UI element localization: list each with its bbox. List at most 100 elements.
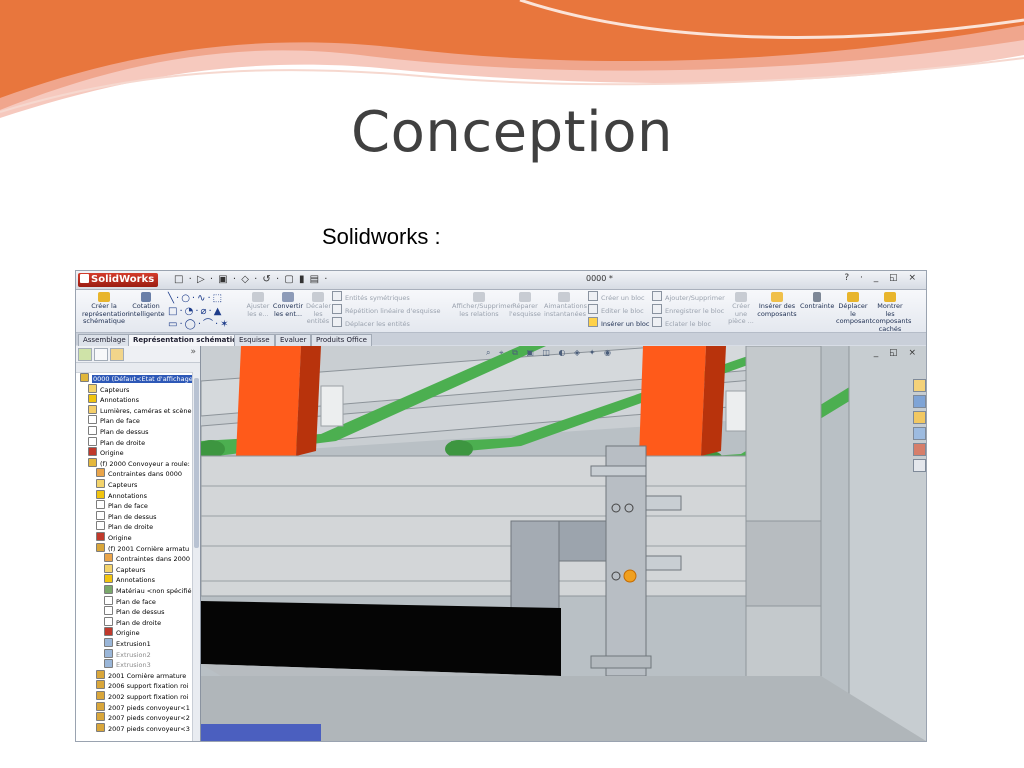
conveyor-3d-model[interactable] <box>201 346 926 741</box>
tree-item[interactable]: Origine <box>88 447 124 458</box>
smart-dimension-button[interactable]: Cotation intelligente <box>128 292 165 318</box>
tree-item[interactable]: Extrusion2 <box>104 648 151 660</box>
part-icon <box>96 669 105 679</box>
quick-access-toolbar[interactable]: □ · ▷ · ▣ · ◇ · ↺ · ▢ ▮ ▤ · <box>174 273 328 287</box>
tab-assemblage[interactable]: Assemblage <box>78 334 131 346</box>
tree-item[interactable]: Annotations <box>104 574 155 585</box>
tree-item[interactable]: Capteurs <box>104 563 145 575</box>
slide-subtitle: Solidworks : <box>322 224 441 249</box>
tree-item[interactable]: Plan de face <box>104 595 156 607</box>
tree-item[interactable]: Matériau <non spécifié> <box>104 585 197 596</box>
tree-item-label: 2007 pieds convoyeur<3 <box>108 724 190 733</box>
tree-item[interactable]: 2007 pieds convoyeur<1 <box>96 701 190 713</box>
expand-chevron-icon[interactable]: » <box>190 347 196 357</box>
tree-item[interactable]: (f) 2001 Cornière armatu <box>96 542 189 554</box>
tree-item[interactable]: Origine <box>96 532 132 543</box>
sketch-tools-group[interactable]: ╲·○·∿·⬚ □·◔·⌀·▲ ▭·◯·⌒·✶ <box>168 292 231 331</box>
tree-item[interactable]: Plan de droite <box>104 616 161 628</box>
property-manager-tab-icon[interactable] <box>94 348 108 361</box>
plane-icon <box>96 521 105 531</box>
quick-snaps-button[interactable]: Aimantations instantanées <box>544 292 587 318</box>
tree-item[interactable]: Plan de droite <box>96 521 153 532</box>
custom-properties-icon[interactable] <box>913 459 926 472</box>
tree-item-label: Contraintes dans 2000 <box>116 555 190 564</box>
origin-icon <box>88 447 97 457</box>
tree-item-label: Annotations <box>108 491 148 500</box>
save-block-item[interactable]: Enregistrer le bloc <box>652 304 724 318</box>
tree-item[interactable]: Plan de dessus <box>88 426 149 437</box>
tree-item-label: Plan de face <box>116 597 156 606</box>
tree-item[interactable]: 2007 pieds convoyeur<3 <box>96 722 190 734</box>
heads-up-view-toolbar[interactable]: ⌕ ⌖ ⧉ ▣ ◫ ◐ ◈ ✦ ◉ <box>486 348 614 358</box>
tree-item[interactable]: Capteurs <box>96 479 137 490</box>
tree-item-label: Capteurs <box>108 481 138 489</box>
tree-item[interactable]: Lumières, caméras et scène <box>88 404 192 416</box>
tree-item-label: 2006 support fixation roi <box>108 682 189 691</box>
tree-item[interactable]: Annotations <box>88 394 139 405</box>
create-part-button[interactable]: Créer une pièce ... <box>728 292 754 326</box>
tree-item[interactable]: 2001 Cornière armature <box>96 669 187 681</box>
home-icon[interactable] <box>913 379 926 392</box>
viewport-window-controls[interactable]: _ ◱ × <box>874 348 920 358</box>
make-block-item[interactable]: Créer un bloc <box>588 291 645 305</box>
insert-components-button[interactable]: Insérer des composants <box>756 292 798 318</box>
tree-item-label: Plan de face <box>108 502 148 511</box>
linear-pattern-item[interactable]: Répétition linéaire d'esquisse <box>332 304 440 318</box>
repair-sketch-button[interactable]: Réparer l'esquisse <box>508 292 542 318</box>
appearances-icon[interactable] <box>913 443 926 456</box>
tree-item[interactable]: Capteurs <box>88 383 129 395</box>
tree-filter[interactable] <box>76 363 200 373</box>
tree-scrollbar[interactable] <box>192 372 200 741</box>
move-icon <box>332 317 342 327</box>
graphics-viewport[interactable]: ⌕ ⌖ ⧉ ▣ ◫ ◐ ◈ ✦ ◉ _ ◱ × <box>201 346 926 741</box>
tree-item[interactable]: Annotations <box>96 489 148 501</box>
explode-block-item[interactable]: Eclater le bloc <box>652 317 711 331</box>
mate-button[interactable]: Contrainte <box>800 292 834 311</box>
tree-item[interactable]: Extrusion1 <box>104 638 151 649</box>
tree-item-label: Contraintes dans 0000 <box>108 470 182 479</box>
move-entities-item[interactable]: Déplacer les entités <box>332 317 410 331</box>
window-controls[interactable]: ? · _ ◱ × <box>844 273 920 283</box>
tree-item[interactable]: Plan de face <box>96 500 148 511</box>
edit-block-item[interactable]: Editer le bloc <box>588 304 644 318</box>
feature-tree-tab-icon[interactable] <box>78 348 92 361</box>
folder-icon[interactable] <box>913 411 926 424</box>
tree-item[interactable]: Origine <box>104 627 140 638</box>
library-icon[interactable] <box>913 395 926 408</box>
configuration-tab-icon[interactable] <box>110 348 124 361</box>
tree-item[interactable]: (f) 2000 Convoyeur a roule: <box>88 457 190 469</box>
move-component-button[interactable]: Déplacer le composant <box>836 292 872 326</box>
schematic-icon <box>98 292 110 302</box>
tree-item[interactable]: Plan de dessus <box>96 510 157 522</box>
scrollbar-thumb[interactable] <box>194 378 199 548</box>
mirror-entities-item[interactable]: Entités symétriques <box>332 291 410 305</box>
tree-item-label: Origine <box>116 629 140 638</box>
trim-entities-button[interactable]: Ajuster les e... <box>246 292 270 318</box>
tree-item[interactable]: 2007 pieds convoyeur<2 <box>96 712 190 723</box>
tab-esquisse[interactable]: Esquisse <box>234 334 275 346</box>
tree-item[interactable]: 0000 (Défaut<Etat d'affichage- <box>80 373 197 384</box>
display-relations-button[interactable]: Afficher/Supprimer les relations <box>452 292 513 318</box>
create-schematic-button[interactable]: Créer la représentation schématique <box>82 292 130 326</box>
tree-item[interactable]: 2006 support fixation roi <box>96 680 188 691</box>
solidworks-logo[interactable]: SolidWorks <box>78 273 159 287</box>
tree-item-label: 2001 Cornière armature <box>108 671 187 680</box>
part-create-icon <box>735 292 747 302</box>
tab-produits-office[interactable]: Produits Office <box>311 334 372 346</box>
slide-title: Conception <box>351 100 673 165</box>
convert-entities-button[interactable]: Convertir les ent... <box>272 292 304 318</box>
tree-item[interactable]: Extrusion3 <box>104 659 151 670</box>
insert-block-item[interactable]: Insérer un bloc <box>588 317 649 331</box>
view-palette-icon[interactable] <box>913 427 926 440</box>
add-remove-item[interactable]: Ajouter/Supprimer <box>652 291 725 305</box>
offset-entities-button[interactable]: Décaler les entités <box>306 292 331 326</box>
tree-item[interactable]: Plan de face <box>88 415 140 426</box>
tab-evaluer[interactable]: Evaluer <box>275 334 312 346</box>
show-hidden-components-button[interactable]: Montrer les composants cachés <box>872 292 911 333</box>
tree-item[interactable]: 2002 support fixation roi <box>96 691 188 702</box>
tree-item[interactable]: Contraintes dans 0000 <box>96 468 182 479</box>
tree-item[interactable]: Contraintes dans 2000 <box>104 553 190 564</box>
tree-item[interactable]: Plan de droite <box>88 436 145 448</box>
tree-item[interactable]: Plan de dessus <box>104 606 165 617</box>
tree-item-label: Origine <box>100 449 124 458</box>
